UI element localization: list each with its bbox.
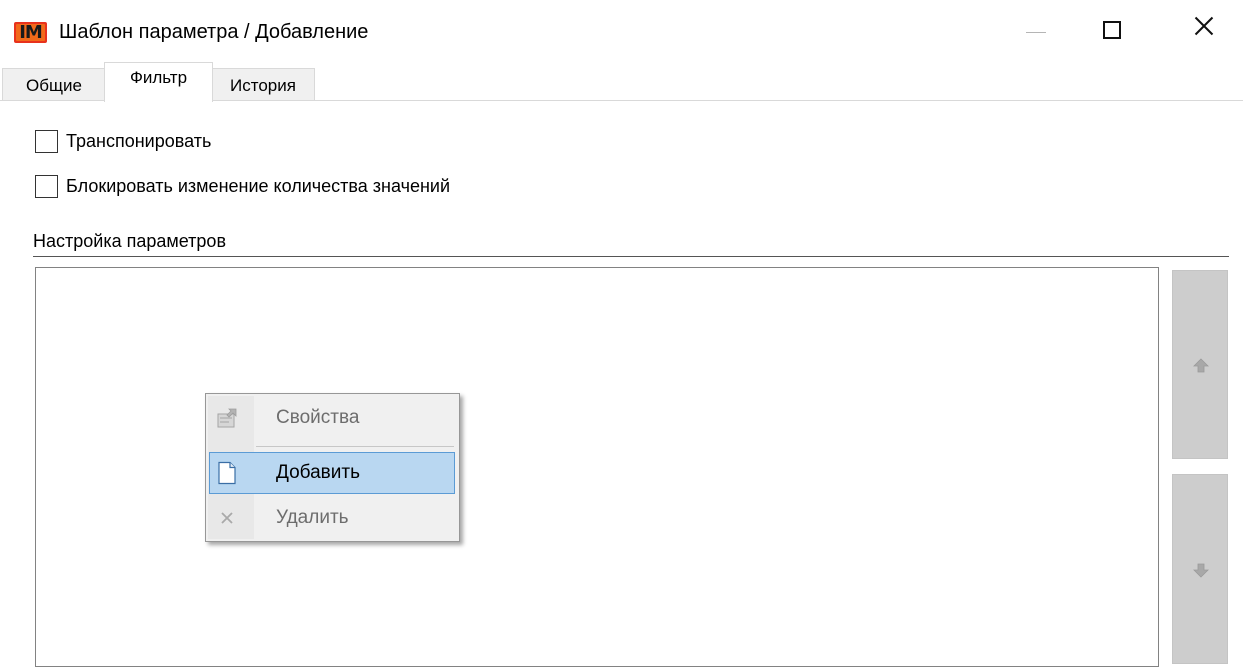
menu-item-properties-label: Свойства [276,407,360,428]
app-logo-icon: IM [14,22,47,43]
close-button[interactable] [1174,0,1238,64]
move-down-button[interactable] [1172,474,1228,664]
menu-item-properties[interactable]: Свойства [209,397,455,439]
app-logo-text: IM [19,22,43,43]
arrow-down-icon [1193,563,1209,578]
tab-general[interactable]: Общие [2,68,106,100]
block-count-label[interactable]: Блокировать изменение количества значени… [66,173,450,199]
transpose-label[interactable]: Транспонировать [66,128,211,154]
block-count-option[interactable]: Блокировать изменение количества значени… [35,173,450,199]
properties-icon [217,408,237,428]
menu-item-delete[interactable]: Удалить [209,497,455,539]
transpose-checkbox[interactable] [35,129,58,153]
close-icon [1192,14,1216,38]
transpose-option[interactable]: Транспонировать [35,128,211,154]
tab-filter[interactable]: Фильтр [104,62,213,102]
window-title: Шаблон параметра / Добавление [59,21,369,43]
menu-separator [256,446,454,447]
parameters-list[interactable] [35,267,1159,667]
block-count-checkbox[interactable] [35,174,58,198]
minimize-button[interactable] [1004,0,1068,64]
parameters-section-title: Настройка параметров [33,231,227,251]
menu-item-delete-label: Удалить [276,507,349,528]
title-bar: IM Шаблон параметра / Добавление [0,0,1243,64]
section-divider [33,256,1229,257]
maximize-icon [1103,21,1121,39]
maximize-button[interactable] [1089,0,1153,64]
context-menu: Свойства Добавить Удалить [205,393,460,542]
new-document-icon [218,461,236,485]
arrow-up-icon [1193,358,1209,373]
minimize-icon [1026,32,1046,33]
delete-x-icon [221,512,233,524]
menu-item-add[interactable]: Добавить [209,452,455,494]
tab-history[interactable]: История [211,68,315,100]
move-up-button[interactable] [1172,270,1228,459]
menu-item-add-label: Добавить [276,462,360,483]
